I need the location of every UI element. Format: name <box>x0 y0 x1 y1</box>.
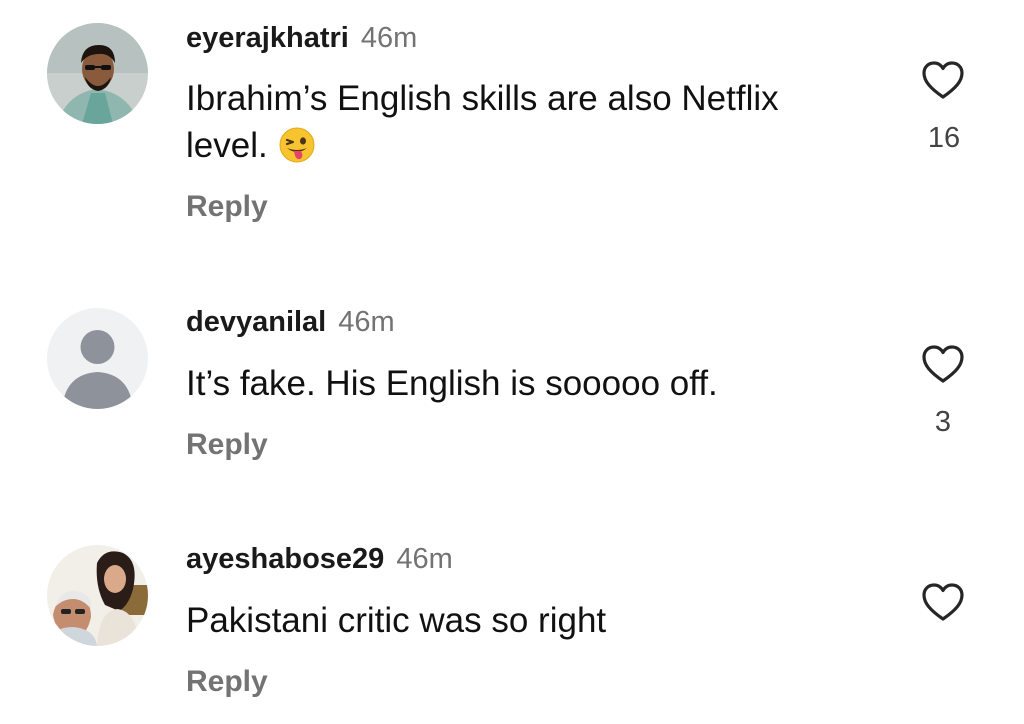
comment-text: Pakistani critic was so right <box>186 601 607 640</box>
comment-header: ayeshabose29 46m <box>186 543 453 576</box>
avatar[interactable] <box>47 23 148 124</box>
like-count: 16 <box>927 122 961 154</box>
reply-button[interactable]: Reply <box>186 428 268 462</box>
heart-icon <box>922 345 964 383</box>
comment-header: eyerajkhatri 46m <box>186 22 417 55</box>
comment-item: eyerajkhatri 46m Ibrahim’s English skills… <box>0 0 1024 250</box>
like-button[interactable] <box>920 59 966 101</box>
comment-text-line: level. <box>186 122 886 169</box>
like-button[interactable] <box>920 581 966 623</box>
comment-text: It’s fake. His English is sooooo off. <box>186 364 718 403</box>
avatar[interactable] <box>47 308 148 409</box>
reply-button[interactable]: Reply <box>186 190 268 224</box>
comment-text: Ibrahim’s English skills are also Netfli… <box>186 75 886 169</box>
timestamp: 46m <box>396 543 453 575</box>
timestamp: 46m <box>338 306 395 338</box>
comment-text-line: Ibrahim’s English skills are also Netfli… <box>186 79 779 118</box>
timestamp: 46m <box>360 22 418 54</box>
like-count: 3 <box>934 406 952 438</box>
winking-face-with-tongue-icon <box>278 126 316 164</box>
like-button[interactable] <box>920 343 966 385</box>
username[interactable]: eyerajkhatri <box>186 22 349 54</box>
username[interactable]: ayeshabose29 <box>186 543 384 575</box>
avatar[interactable] <box>47 545 148 646</box>
comment-item: ayeshabose29 46m Pakistani critic was so … <box>0 500 1024 724</box>
comment-text-fragment: level. <box>186 126 268 165</box>
heart-icon <box>922 61 964 99</box>
username[interactable]: devyanilal <box>186 306 326 338</box>
comment-header: devyanilal 46m <box>186 306 395 339</box>
comment-item: devyanilal 46m It’s fake. His English is … <box>0 250 1024 500</box>
reply-button[interactable]: Reply <box>186 665 268 699</box>
heart-icon <box>922 583 964 621</box>
